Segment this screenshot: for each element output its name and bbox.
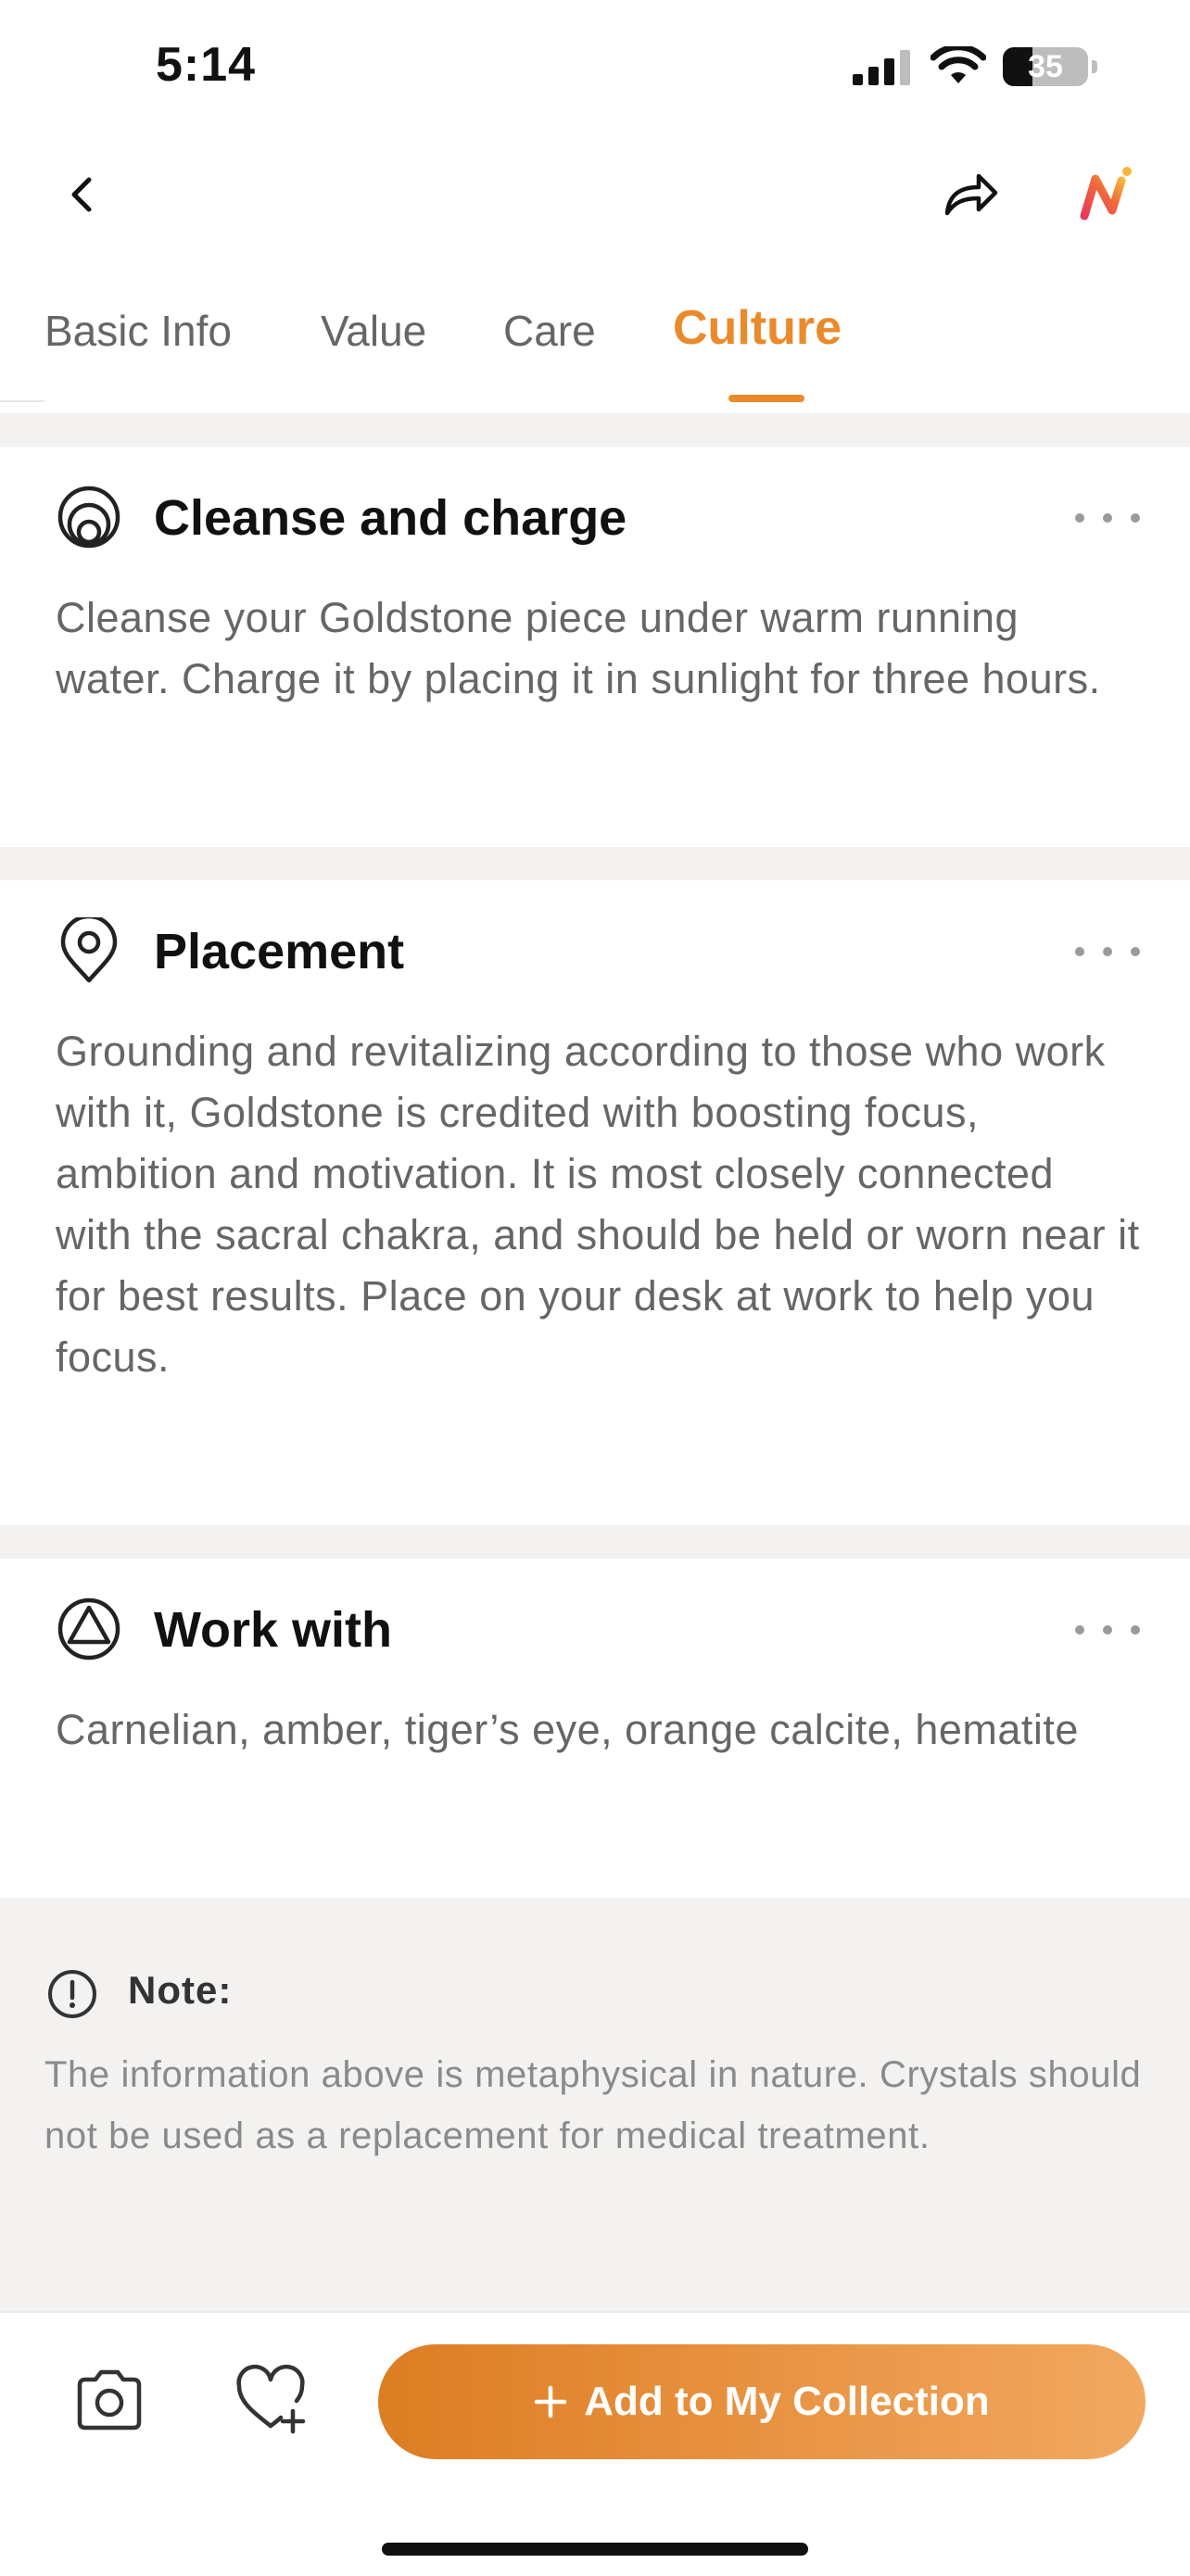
plus-icon [534, 2385, 567, 2418]
bottom-action-bar: Add to My Collection [0, 2311, 1190, 2576]
section-body: Cleanse your Goldstone piece under warm … [56, 594, 1101, 702]
app-logo[interactable] [1075, 162, 1140, 227]
tab-care[interactable]: Care [503, 306, 596, 356]
tab-value[interactable]: Value [321, 306, 426, 356]
triangle-circle-icon [56, 1596, 122, 1662]
more-options-button[interactable] [1075, 942, 1140, 961]
tab-culture[interactable]: Culture [673, 300, 842, 356]
dot [1103, 947, 1112, 956]
section-separator [0, 413, 1190, 447]
add-to-collection-label: Add to My Collection [584, 2379, 990, 2424]
section-title: Cleanse and charge [154, 490, 627, 546]
add-to-collection-button[interactable]: Add to My Collection [378, 2344, 1146, 2459]
section-separator [0, 847, 1190, 880]
more-options-button[interactable] [1075, 1621, 1140, 1639]
alert-icon [46, 1968, 98, 2020]
status-time: 5:14 [156, 38, 257, 92]
home-indicator [382, 2543, 808, 2556]
section-placement: Placement Grounding and revitalizing acc… [0, 880, 1190, 1525]
tab-basic-info[interactable]: Basic Info [44, 306, 232, 356]
dot [1131, 947, 1140, 956]
tab-bar: Basic Info Value Care Culture [0, 301, 1190, 408]
dot [1103, 1625, 1112, 1635]
dot [1075, 947, 1084, 956]
signal-icon [853, 50, 910, 85]
share-icon [944, 173, 998, 216]
share-button[interactable] [938, 167, 1003, 222]
section-body: Carnelian, amber, tiger’s eye, orange ca… [56, 1706, 1079, 1753]
camera-icon [77, 2369, 142, 2431]
active-tab-indicator [728, 395, 804, 402]
section-cleanse-and-charge: Cleanse and charge Cleanse your Goldston… [0, 447, 1190, 847]
section-title: Work with [154, 1602, 393, 1658]
cleanse-icon [56, 484, 122, 550]
section-body: Grounding and revitalizing according to … [56, 1028, 1140, 1381]
battery-level: 35 [1028, 48, 1063, 84]
dot [1131, 1625, 1140, 1635]
camera-button[interactable] [70, 2361, 148, 2439]
section-title: Placement [154, 924, 405, 979]
section-work-with: Work with Carnelian, amber, tiger’s eye,… [0, 1559, 1190, 1898]
heart-plus-icon [236, 2364, 306, 2434]
battery-icon: 35 [1003, 47, 1088, 86]
wifi-icon [930, 46, 986, 83]
note-text: The information above is metaphysical in… [44, 2054, 1142, 2156]
dot [1075, 1625, 1084, 1635]
disclaimer-note: Note: The information above is metaphysi… [0, 1898, 1190, 2311]
battery-cap [1092, 60, 1097, 73]
section-separator [0, 1525, 1190, 1559]
back-button[interactable] [56, 167, 111, 222]
dot [1131, 513, 1140, 523]
dot [1103, 513, 1112, 523]
app-logo-icon [1080, 167, 1132, 221]
location-pin-icon [56, 914, 122, 984]
more-options-button[interactable] [1075, 509, 1140, 527]
dot [1075, 513, 1084, 523]
favorite-button[interactable] [232, 2361, 310, 2439]
status-icons: 35 [853, 46, 1097, 87]
chevron-left-icon [71, 177, 92, 212]
note-title: Note: [128, 1968, 233, 2012]
tab-divider [0, 400, 44, 402]
